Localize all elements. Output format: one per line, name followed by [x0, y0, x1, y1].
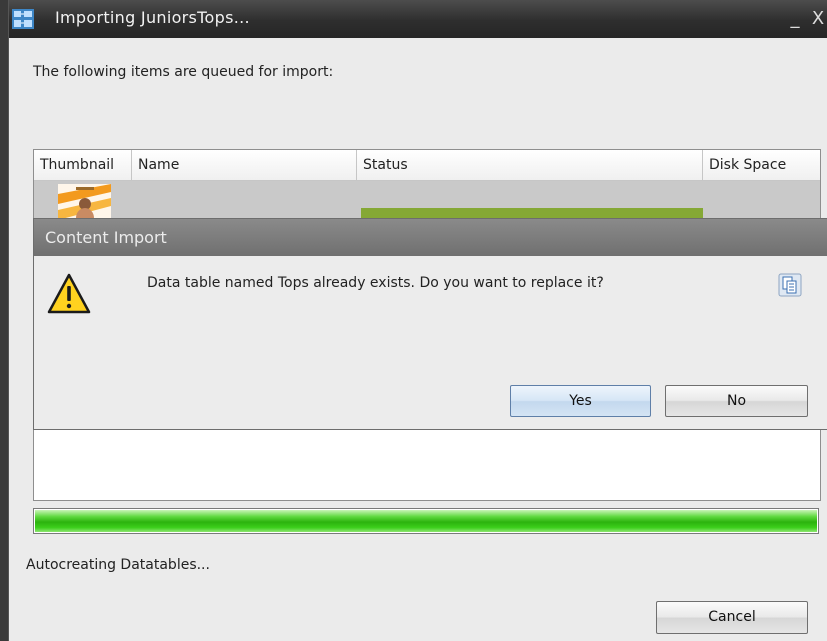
window-title: Importing JuniorsTops... — [55, 8, 250, 27]
no-button[interactable]: No — [665, 385, 808, 417]
minimize-button[interactable]: _ — [787, 8, 803, 29]
content-import-dialog: Content Import Data table named Tops alr… — [33, 218, 827, 430]
app-icon — [12, 9, 34, 29]
intro-text: The following items are queued for impor… — [33, 64, 334, 80]
column-header-status[interactable]: Status — [357, 150, 703, 180]
dialog-message: Data table named Tops already exists. Do… — [147, 275, 604, 291]
column-header-thumbnail[interactable]: Thumbnail — [34, 150, 132, 180]
cancel-button[interactable]: Cancel — [656, 601, 808, 634]
column-header-name[interactable]: Name — [132, 150, 357, 180]
dialog-title: Content Import — [45, 228, 167, 247]
grid-header: Thumbnail Name Status Disk Space — [34, 150, 820, 181]
overall-progress-fill — [35, 510, 817, 532]
dialog-title-bar[interactable]: Content Import — [34, 219, 827, 256]
copy-icon[interactable] — [778, 273, 802, 297]
column-header-disk-space[interactable]: Disk Space — [703, 150, 820, 180]
title-bar[interactable]: Importing JuniorsTops... _ X — [9, 0, 827, 38]
yes-button[interactable]: Yes — [510, 385, 651, 417]
overall-progress-bar — [33, 508, 819, 534]
status-text: Autocreating Datatables... — [26, 557, 210, 573]
warning-icon — [47, 273, 91, 314]
import-window: Importing JuniorsTops... _ X The followi… — [8, 0, 827, 641]
close-button[interactable]: X — [809, 8, 827, 29]
